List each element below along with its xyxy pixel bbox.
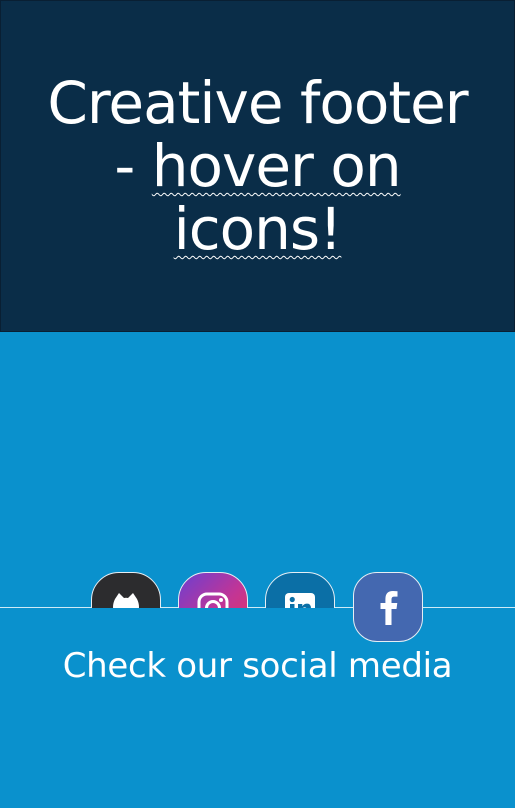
- footer-content-panel: [0, 608, 515, 808]
- page-title: Creative footer - hover on icons!: [20, 72, 495, 261]
- facebook-icon: [375, 588, 401, 626]
- title-icons-text: icons!: [173, 195, 343, 263]
- title-dash: -: [114, 132, 152, 200]
- hero-section: Creative footer - hover on icons!: [0, 0, 515, 332]
- title-text: Creative footer: [47, 69, 468, 137]
- facebook-link[interactable]: [353, 572, 423, 642]
- social-caption: Check our social media: [62, 646, 453, 686]
- title-hover-text: hover on: [151, 132, 402, 200]
